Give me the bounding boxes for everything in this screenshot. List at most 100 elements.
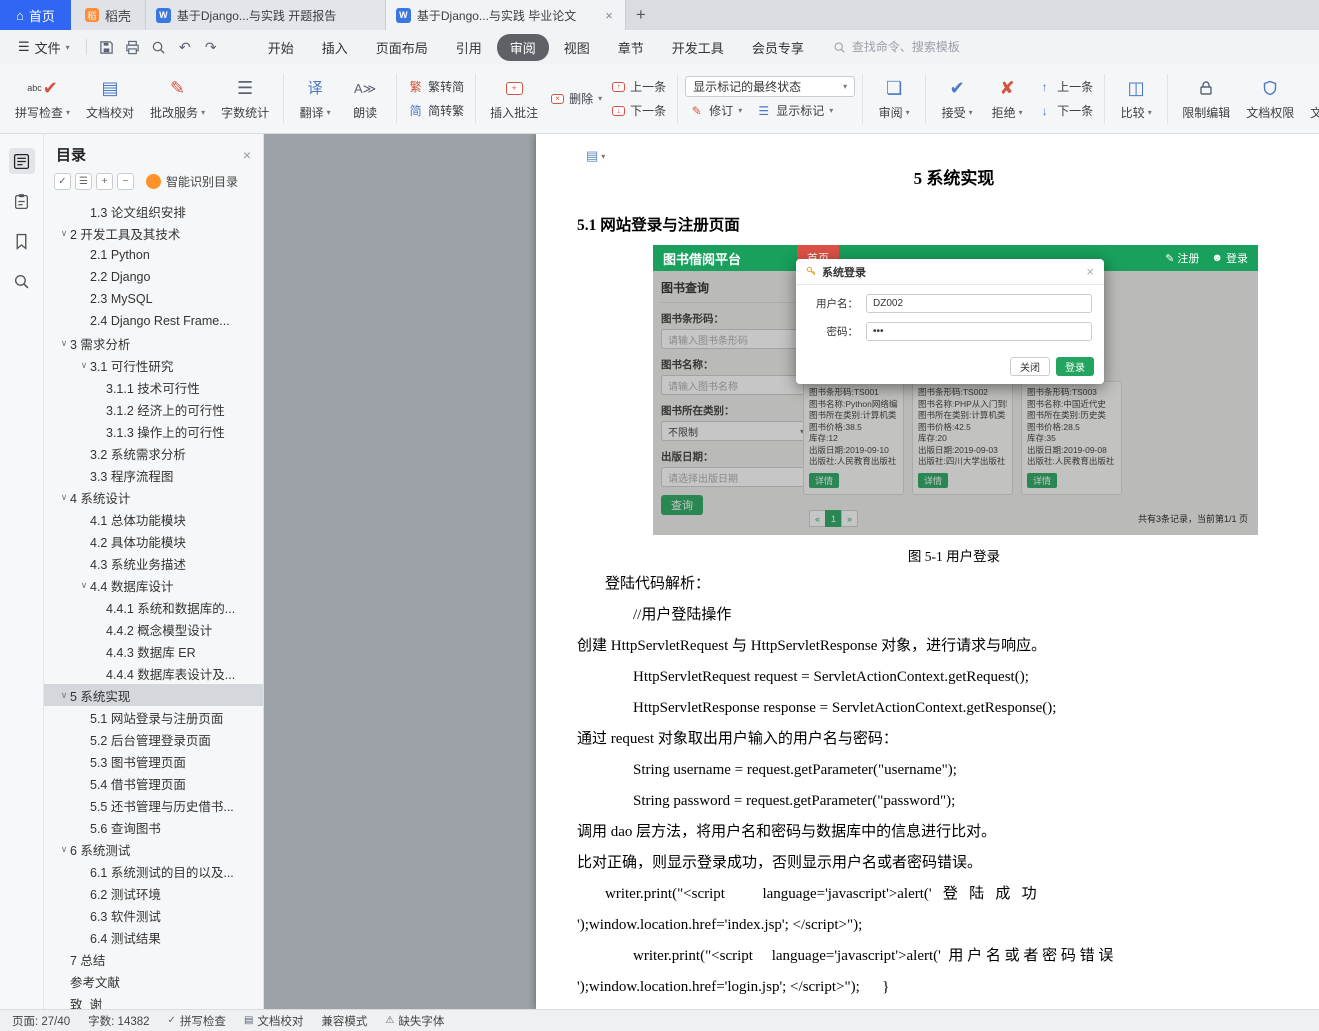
smart-toc-button[interactable]: 智能识别目录 xyxy=(146,173,238,190)
toc-item[interactable]: ∨ 2.4 Django Rest Frame... xyxy=(44,310,263,332)
close-icon[interactable]: × xyxy=(603,8,615,23)
command-search-input[interactable] xyxy=(852,40,1002,54)
paragraph[interactable]: 调用 dao 层方法，将用户名和密码与数据库中的信息进行比对。 xyxy=(577,817,1319,848)
accept-change-button[interactable]: ✔ 接受▾ xyxy=(933,72,981,125)
toc-item[interactable]: ∨ 4.3 系统业务描述 xyxy=(44,552,263,574)
figure-caption[interactable]: 图 5-1 用户登录 xyxy=(577,545,1319,565)
show-markup-button[interactable]: ☰ 显示标记▾ xyxy=(752,100,837,121)
ribbon-tab[interactable]: 审阅 xyxy=(497,34,549,61)
markup-state-dropdown[interactable]: 显示标记的最终状态 ▾ xyxy=(685,76,855,97)
track-changes-button[interactable]: ✎ 修订▾ xyxy=(685,100,746,121)
ribbon-tab[interactable]: 视图 xyxy=(551,34,603,61)
ribbon-tab[interactable]: 开发工具 xyxy=(659,34,737,61)
ribbon-tab[interactable]: 会员专享 xyxy=(739,34,817,61)
find-panel-button[interactable] xyxy=(9,268,35,294)
ribbon-tab[interactable]: 页面布局 xyxy=(363,34,441,61)
toc-item[interactable]: ∨ 4.4.4 数据库表设计及... xyxy=(44,662,263,684)
paragraph[interactable]: writer.print("<script language='javascri… xyxy=(577,941,1319,972)
chevron-down-icon[interactable]: ∨ xyxy=(58,338,70,349)
toc-item[interactable]: ∨ 2.2 Django xyxy=(44,266,263,288)
trad-to-simp-button[interactable]: 繁 繁转简 xyxy=(404,76,468,97)
toc-item[interactable]: ∨ 3.1.2 经济上的可行性 xyxy=(44,398,263,420)
document-tab[interactable]: W 基于Django...与实践 开题报告 × xyxy=(146,0,386,30)
paragraph[interactable]: 创建 HttpServletRequest 与 HttpServletRespo… xyxy=(577,631,1319,662)
doc-proof-status[interactable]: ▤ 文档校对 xyxy=(244,1013,303,1029)
delete-comment-button[interactable]: × 删除▾ xyxy=(547,88,606,109)
toc-panel-button[interactable] xyxy=(9,148,35,174)
toc-item[interactable]: ∨ 4.4 数据库设计 xyxy=(44,574,263,596)
translate-button[interactable]: 译 翻译▾ xyxy=(291,72,339,125)
paragraph[interactable]: 通过 request 对象取出用户输入的用户名与密码： xyxy=(577,724,1319,755)
print-button[interactable] xyxy=(121,35,145,59)
paragraph[interactable]: HttpServletResponse response = ServletAc… xyxy=(577,693,1319,724)
toc-item[interactable]: ∨ 6.3 软件测试 xyxy=(44,904,263,926)
undo-button[interactable]: ↶ xyxy=(173,35,197,59)
toc-item[interactable]: ∨ 5.4 借书管理页面 xyxy=(44,772,263,794)
simp-to-trad-button[interactable]: 简 简转繁 xyxy=(404,100,468,121)
paragraph[interactable]: HttpServletRequest request = ServletActi… xyxy=(577,662,1319,693)
toc-item[interactable]: ∨ 2.1 Python xyxy=(44,244,263,266)
toc-item[interactable]: ∨ 4.2 具体功能模块 xyxy=(44,530,263,552)
next-change-button[interactable]: ↓ 下一条 xyxy=(1033,100,1097,121)
toc-expand-all-button[interactable]: + xyxy=(96,173,113,190)
file-menu-button[interactable]: ☰ 文件 ▾ xyxy=(10,34,78,61)
paragraph[interactable]: String username = request.getParameter("… xyxy=(577,755,1319,786)
toc-item[interactable]: ∨ 3.1.1 技术可行性 xyxy=(44,376,263,398)
toc-item[interactable]: ∨ 5.6 查询图书 xyxy=(44,816,263,838)
doc-proof-button[interactable]: ▤ 文档校对 xyxy=(79,72,141,125)
toc-item[interactable]: ∨ 1.3 论文组织安排 xyxy=(44,200,263,222)
toc-item[interactable]: ∨ 3 需求分析 xyxy=(44,332,263,354)
toc-select-button[interactable]: ✓ xyxy=(54,173,71,190)
next-comment-button[interactable]: ↓ 下一条 xyxy=(608,100,670,121)
ribbon-tab[interactable]: 插入 xyxy=(309,34,361,61)
toc-item[interactable]: ∨ 3.1 可行性研究 xyxy=(44,354,263,376)
word-count-button[interactable]: ☰ 字数统计 xyxy=(214,72,276,125)
toc-item[interactable]: ∨ 6.2 测试环境 xyxy=(44,882,263,904)
docer-tab[interactable]: 稻 稻壳 xyxy=(71,0,146,30)
page-setup-button[interactable]: ▤ ▾ xyxy=(586,148,605,164)
insert-comment-button[interactable]: + 插入批注 xyxy=(483,72,545,125)
notes-panel-button[interactable] xyxy=(9,188,35,214)
toc-item[interactable]: ∨ 4.4.3 数据库 ER xyxy=(44,640,263,662)
close-icon[interactable]: × xyxy=(243,147,251,163)
compat-mode-status[interactable]: 兼容模式 xyxy=(321,1013,367,1029)
bookmark-panel-button[interactable] xyxy=(9,228,35,254)
home-tab[interactable]: ⌂ 首页 xyxy=(0,0,71,30)
read-aloud-button[interactable]: A≫ 朗读 xyxy=(341,72,389,125)
chevron-down-icon[interactable]: ∨ xyxy=(58,228,70,239)
spell-check-status[interactable]: ✓ 拼写检查 xyxy=(168,1013,226,1029)
toc-item[interactable]: ∨ 6.4 测试结果 xyxy=(44,926,263,948)
toc-item[interactable]: ∨ 5 系统实现 xyxy=(44,684,263,706)
toc-item[interactable]: ∨ 3.1.3 操作上的可行性 xyxy=(44,420,263,442)
previous-change-button[interactable]: ↑ 上一条 xyxy=(1033,76,1097,97)
reject-change-button[interactable]: ✘ 拒绝▾ xyxy=(983,72,1031,125)
toc-item[interactable]: ∨ 致 谢 xyxy=(44,992,263,1009)
section-heading[interactable]: 5.1 网站登录与注册页面 xyxy=(577,213,1319,235)
chevron-down-icon[interactable]: ∨ xyxy=(58,844,70,855)
toc-item[interactable]: ∨ 2.3 MySQL xyxy=(44,288,263,310)
print-preview-button[interactable] xyxy=(147,35,171,59)
toc-item[interactable]: ∨ 3.2 系统需求分析 xyxy=(44,442,263,464)
toc-item[interactable]: ∨ 参考文献 xyxy=(44,970,263,992)
paragraph[interactable]: //用户登陆操作 xyxy=(577,600,1319,631)
doc-certify-button[interactable]: 文档认证 xyxy=(1303,72,1319,125)
toc-item[interactable]: ∨ 5.2 后台管理登录页面 xyxy=(44,728,263,750)
toc-item[interactable]: ∨ 4.4.2 概念模型设计 xyxy=(44,618,263,640)
compare-button[interactable]: ◫ 比较▾ xyxy=(1112,72,1160,125)
doc-permission-button[interactable]: 文档权限 xyxy=(1239,72,1301,125)
toc-list-style-button[interactable]: ☰ xyxy=(75,173,92,190)
spell-check-button[interactable]: abc✔ 拼写检查▾ xyxy=(8,72,77,125)
toc-item[interactable]: ∨ 2 开发工具及其技术 xyxy=(44,222,263,244)
word-count-status[interactable]: 字数: 14382 xyxy=(88,1013,149,1029)
chapter-title[interactable]: 5 系统实现 xyxy=(577,164,1319,189)
new-tab-button[interactable]: + xyxy=(626,0,656,30)
paragraph[interactable]: 比对正确，则显示登录成功，否则显示用户名或者密码错误。 xyxy=(577,848,1319,879)
command-search[interactable] xyxy=(833,40,1002,54)
ribbon-tab[interactable]: 章节 xyxy=(605,34,657,61)
toc-item[interactable]: ∨ 3.3 程序流程图 xyxy=(44,464,263,486)
paragraph[interactable]: ');window.location.href='index.jsp'; </s… xyxy=(577,910,1319,941)
redo-button[interactable]: ↷ xyxy=(199,35,223,59)
document-page[interactable]: ▤ ▾ 5 系统实现 5.1 网站登录与注册页面 图书借阅平台 首页 ✎ 注册 xyxy=(536,134,1319,1009)
figure-user-login-screenshot[interactable]: 图书借阅平台 首页 ✎ 注册 ☻ 登录 xyxy=(653,245,1258,535)
toc-item[interactable]: ∨ 6 系统测试 xyxy=(44,838,263,860)
